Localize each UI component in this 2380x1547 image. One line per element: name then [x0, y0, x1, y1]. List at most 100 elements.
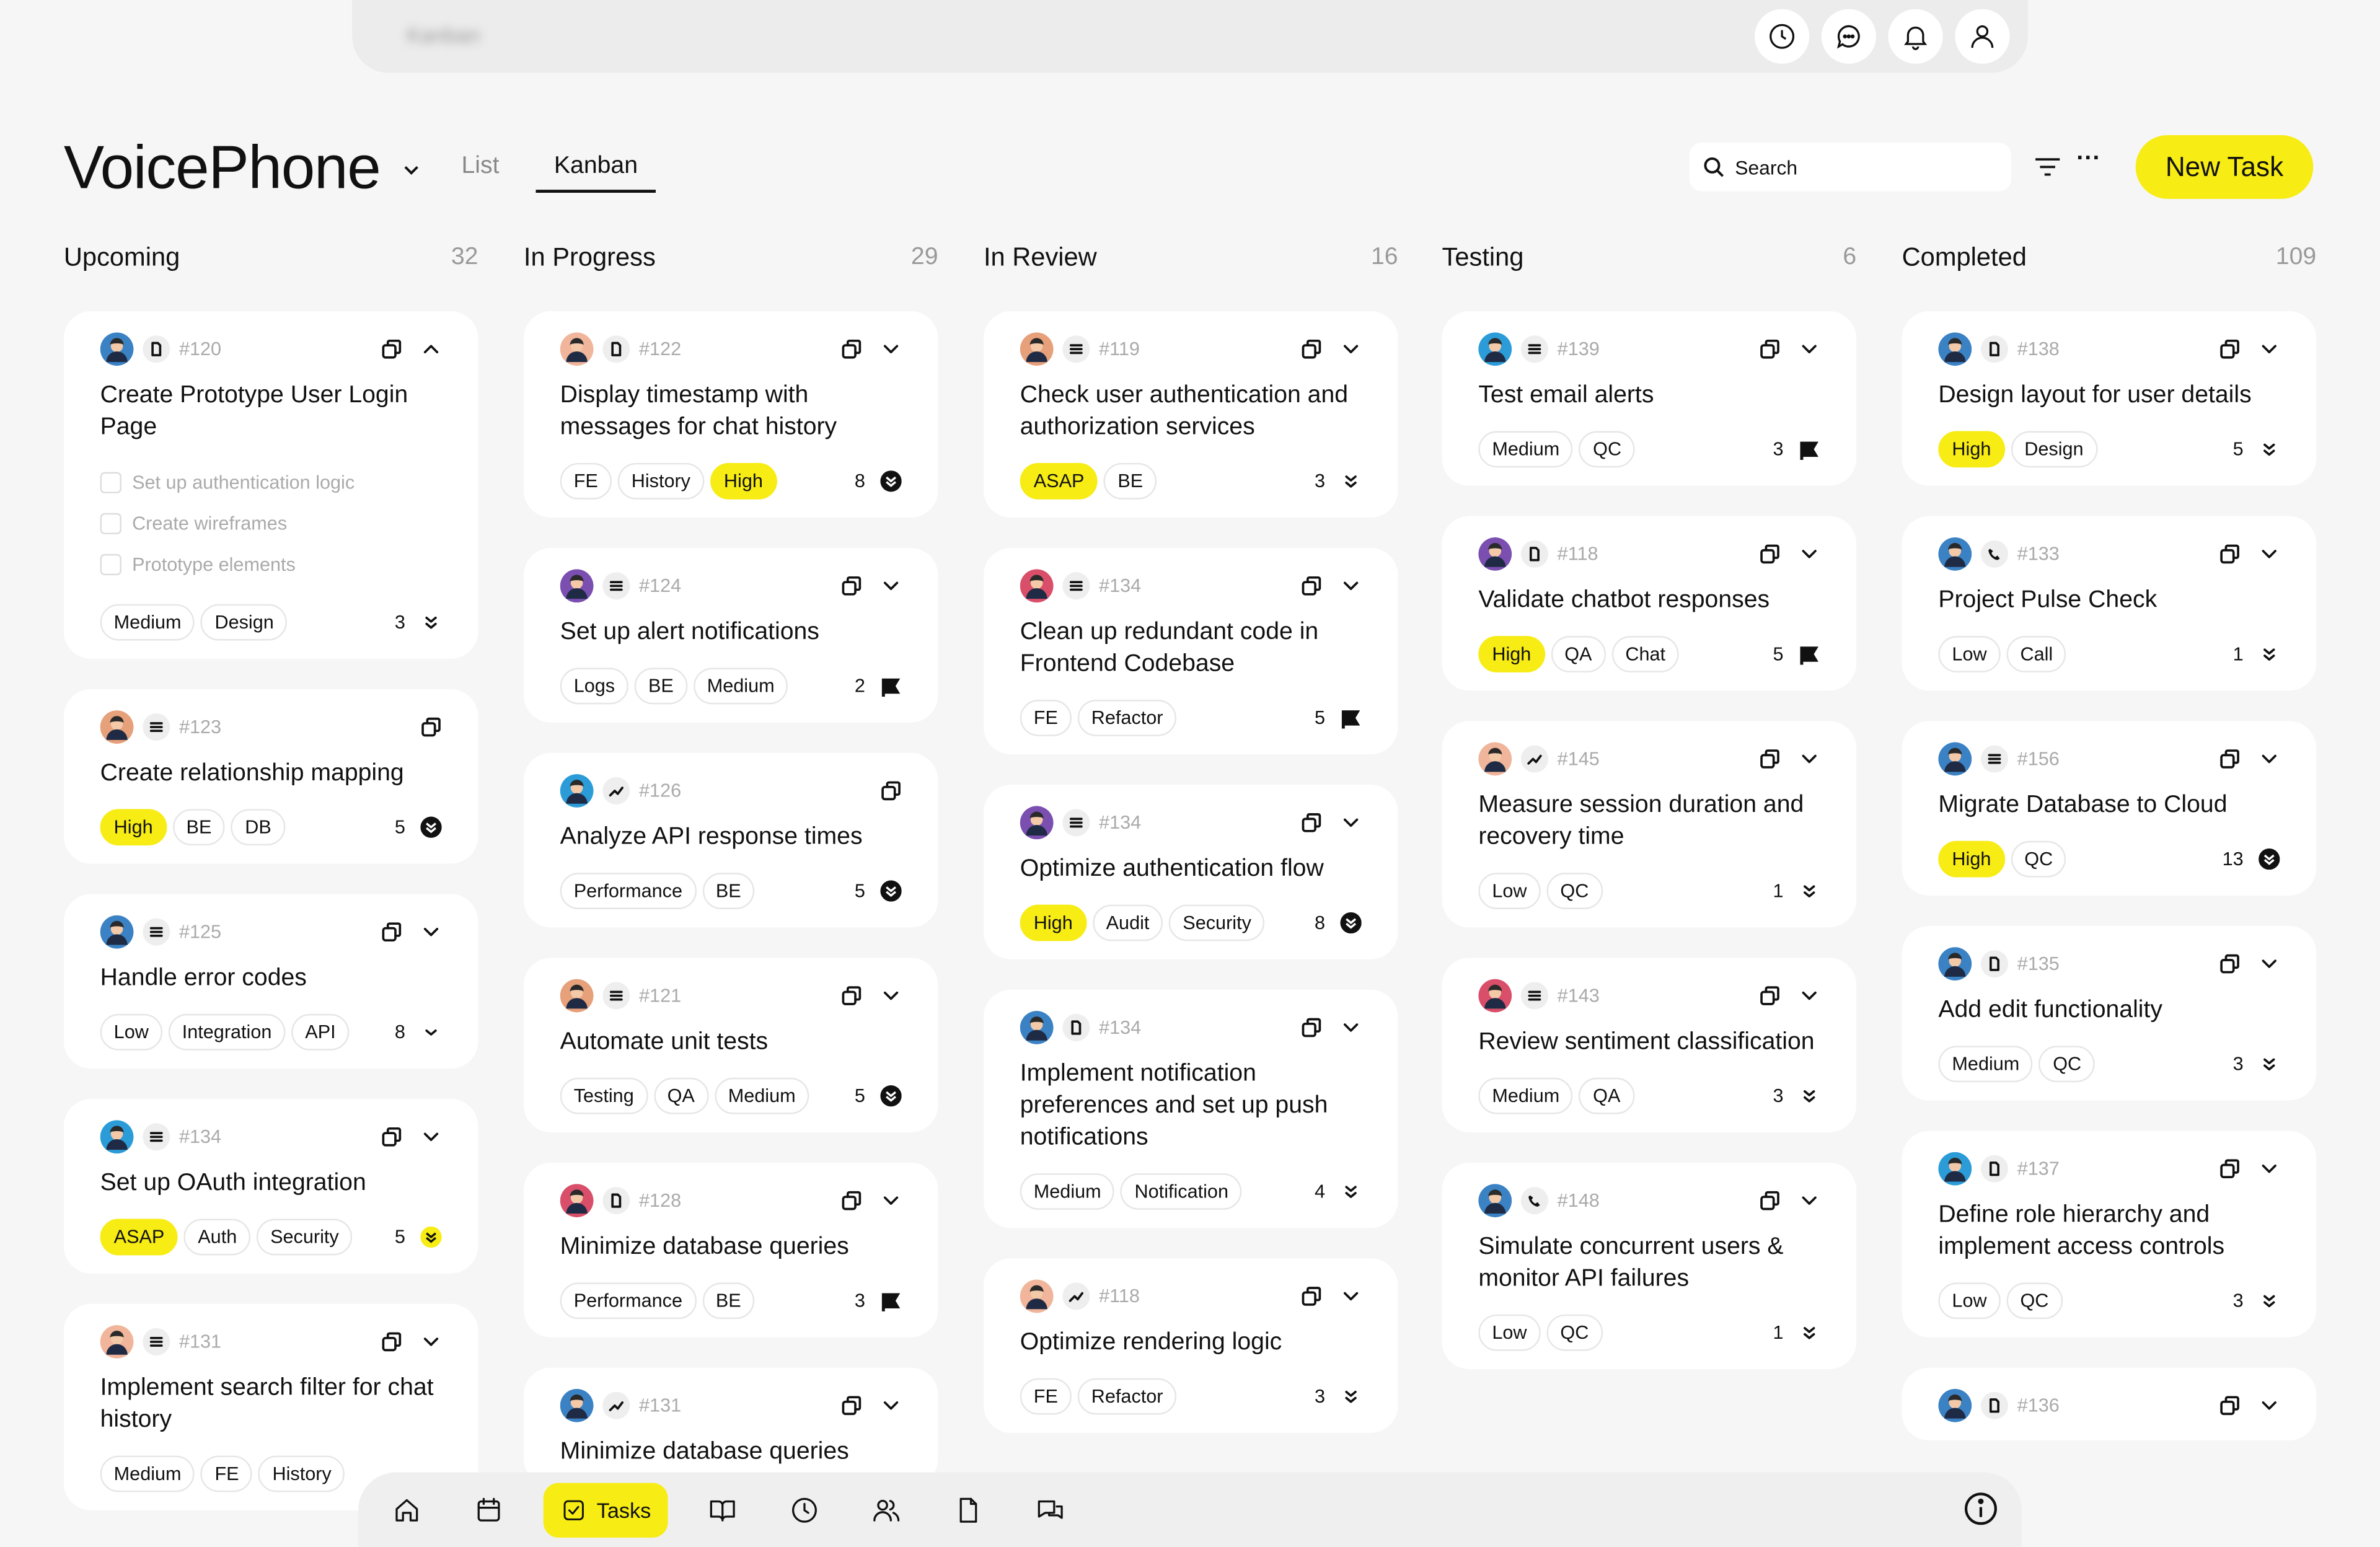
tag[interactable]: Refactor [1077, 1378, 1177, 1415]
duplicate-icon[interactable] [2219, 1395, 2240, 1416]
tab-list[interactable]: List [461, 153, 499, 190]
chevron-down-icon[interactable] [880, 1395, 901, 1416]
info-icon[interactable] [1961, 1489, 2001, 1528]
task-card[interactable]: #137 Define role hierarchy and implement … [1902, 1130, 2317, 1338]
duplicate-icon[interactable] [880, 780, 901, 801]
tag[interactable]: BE [1104, 462, 1157, 500]
tag[interactable]: Security [257, 1219, 353, 1256]
tag[interactable]: Notification [1121, 1173, 1243, 1210]
chevron-down-icon[interactable] [1340, 338, 1361, 359]
tag[interactable]: Refactor [1077, 699, 1177, 736]
chevron-down-icon[interactable] [1340, 575, 1361, 596]
duplicate-icon[interactable] [1301, 1017, 1322, 1038]
task-card[interactable]: #156 Migrate Database to Cloud High QC 13 [1902, 721, 2317, 896]
chevron-down-icon[interactable] [2259, 748, 2280, 769]
duplicate-icon[interactable] [841, 338, 862, 359]
tag[interactable]: Testing [560, 1077, 648, 1114]
subtask-checkbox[interactable] [100, 471, 121, 493]
chevron-down-icon[interactable] [1799, 544, 1820, 565]
tag[interactable]: ASAP [100, 1219, 178, 1256]
tag[interactable]: FE [201, 1455, 253, 1492]
duplicate-icon[interactable] [2219, 748, 2240, 769]
task-card[interactable]: #143 Review sentiment classification Mediu… [1442, 958, 1857, 1132]
tag[interactable]: QA [653, 1077, 708, 1114]
task-card[interactable]: #134 Implement notification preferences a… [983, 989, 1398, 1228]
tag[interactable]: Call [2006, 636, 2067, 672]
task-card[interactable]: #119 Check user authentication and author… [983, 311, 1398, 518]
tag[interactable]: Medium [714, 1077, 809, 1114]
chevron-down-icon[interactable] [880, 575, 901, 596]
search-box[interactable] [1689, 143, 2011, 192]
duplicate-icon[interactable] [1301, 1285, 1322, 1307]
chevron-down-icon[interactable] [1799, 1190, 1820, 1211]
tag[interactable]: Medium [1478, 431, 1574, 468]
chevron-down-icon[interactable] [1799, 985, 1820, 1006]
chevron-down-icon[interactable] [420, 1331, 441, 1352]
tag[interactable]: High [1020, 904, 1086, 941]
nav-calendar-button[interactable] [461, 1483, 516, 1538]
chevron-down-icon[interactable] [880, 338, 901, 359]
tag[interactable]: BE [702, 1282, 755, 1320]
duplicate-icon[interactable] [381, 1126, 402, 1147]
tag[interactable]: High [710, 462, 777, 500]
tag[interactable]: Medium [100, 1455, 195, 1492]
duplicate-icon[interactable] [1759, 985, 1780, 1006]
chevron-down-icon[interactable] [2259, 1158, 2280, 1179]
chevron-down-icon[interactable] [1340, 1285, 1361, 1307]
tag[interactable]: QC [1546, 873, 1603, 909]
nav-tasks-button[interactable]: Tasks [543, 1483, 668, 1538]
tag[interactable]: Logs [560, 668, 629, 705]
tag[interactable]: QC [2006, 1282, 2063, 1320]
tag[interactable]: Audit [1092, 904, 1163, 941]
tag[interactable]: High [1938, 431, 2005, 468]
tag[interactable]: QC [2039, 1046, 2096, 1083]
chevron-down-icon[interactable] [2259, 338, 2280, 359]
task-card[interactable]: #145 Measure session duration and recover… [1442, 721, 1857, 928]
tag[interactable]: BE [634, 668, 687, 705]
duplicate-icon[interactable] [1759, 338, 1780, 359]
tag[interactable]: Low [1938, 636, 2001, 672]
tag[interactable]: ASAP [1020, 462, 1098, 500]
tag[interactable]: FE [560, 462, 612, 500]
tag[interactable]: BE [172, 809, 226, 846]
task-card[interactable]: #118 Validate chatbot responses High QA Chat… [1442, 516, 1857, 691]
chevron-down-icon[interactable] [880, 985, 901, 1006]
tag[interactable]: Design [2011, 431, 2097, 468]
tag[interactable]: BE [702, 873, 755, 909]
tag[interactable]: FE [1020, 699, 1072, 736]
task-card[interactable]: #120 Create Prototype User Login Page Set … [63, 311, 478, 659]
new-task-button[interactable]: New Task [2135, 134, 2314, 199]
tag[interactable]: Chat [1611, 636, 1680, 672]
chevron-down-icon[interactable] [2259, 544, 2280, 565]
duplicate-icon[interactable] [1759, 748, 1780, 769]
task-card[interactable]: #128 Minimize database queries Performance… [523, 1162, 938, 1338]
tag[interactable]: Medium [1478, 1077, 1574, 1114]
duplicate-icon[interactable] [381, 338, 402, 359]
tag[interactable]: High [1478, 636, 1545, 672]
user-icon[interactable] [1955, 9, 2010, 64]
task-card[interactable]: #126 Analyze API response times Performanc… [523, 752, 938, 928]
nav-home-button[interactable] [379, 1483, 434, 1538]
search-input[interactable] [1735, 156, 1993, 178]
tag[interactable]: Medium [693, 668, 788, 705]
chevron-down-icon[interactable] [420, 1126, 441, 1147]
task-card[interactable]: #135 Add edit functionality Medium QC 3 [1902, 925, 2317, 1101]
duplicate-icon[interactable] [2219, 1158, 2240, 1179]
duplicate-icon[interactable] [1301, 812, 1322, 833]
task-card[interactable]: #123 Create relationship mapping High BE DB 5 [63, 689, 478, 864]
duplicate-icon[interactable] [841, 1395, 862, 1416]
tag[interactable]: Design [201, 604, 288, 641]
duplicate-icon[interactable] [2219, 953, 2240, 974]
clock-icon[interactable] [1755, 9, 1810, 64]
tag[interactable]: History [617, 462, 705, 500]
chevron-down-icon[interactable] [1799, 338, 1820, 359]
duplicate-icon[interactable] [841, 985, 862, 1006]
duplicate-icon[interactable] [841, 1190, 862, 1211]
more-options-icon[interactable]: ··· [2076, 146, 2100, 173]
tag[interactable]: Low [1478, 873, 1541, 909]
tag[interactable]: Medium [1938, 1046, 2034, 1083]
chevron-down-icon[interactable] [420, 922, 441, 943]
chevron-down-icon[interactable] [880, 1190, 901, 1211]
task-card[interactable]: #134 Optimize authentication flow High Audi… [983, 785, 1398, 959]
tag[interactable]: Low [1478, 1314, 1541, 1351]
